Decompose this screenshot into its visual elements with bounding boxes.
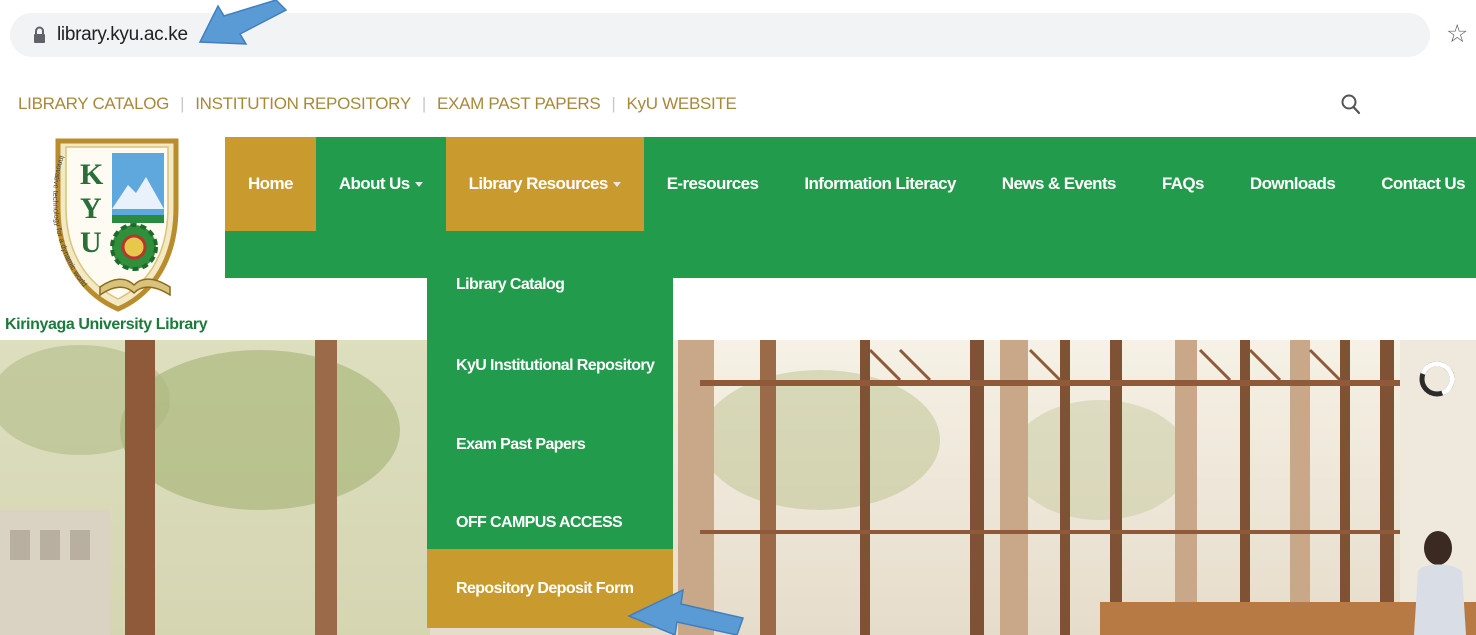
menu-item-label: News & Events <box>1001 174 1117 193</box>
menu-item-news-events[interactable]: News & Events <box>979 137 1139 231</box>
dropdown-item-exam-past-papers[interactable]: Exam Past Papers <box>427 405 673 484</box>
utility-link-kyu-website[interactable]: KyU WEBSITE <box>627 94 737 114</box>
menu-item-label: E-resources <box>666 174 759 193</box>
caret-down-icon <box>414 181 423 187</box>
svg-text:U: U <box>80 226 102 259</box>
utility-nav: LIBRARY CATALOG | INSTITUTION REPOSITORY… <box>18 92 737 116</box>
annotation-arrow-icon <box>198 0 288 45</box>
menu-item-label: Contact Us <box>1381 174 1465 193</box>
menu-item-label: Information Literacy <box>804 174 956 193</box>
menu-item-downloads[interactable]: Downloads <box>1227 137 1358 231</box>
menu-item-label: Downloads <box>1249 174 1336 193</box>
library-resources-dropdown: Library Catalog KyU Institutional Reposi… <box>427 231 673 628</box>
main-menu: Home About Us Library Resources E-resour… <box>225 137 1476 231</box>
slider-loader-icon <box>1419 361 1455 397</box>
menu-item-label: FAQs <box>1161 174 1205 193</box>
url-text[interactable]: library.kyu.ac.ke <box>57 24 188 46</box>
dropdown-item-label: OFF CAMPUS ACCESS <box>456 513 623 531</box>
menu-item-label: About Us <box>338 174 410 193</box>
menu-item-e-resources[interactable]: E-resources <box>644 137 782 231</box>
utility-link-exam-past-papers[interactable]: EXAM PAST PAPERS <box>437 94 601 114</box>
lock-icon[interactable] <box>33 26 46 44</box>
dropdown-item-label: KyU Institutional Repository <box>456 356 655 374</box>
menu-item-library-resources[interactable]: Library Resources <box>445 137 644 231</box>
separator: | <box>421 94 427 113</box>
svg-text:Y: Y <box>80 192 102 225</box>
svg-text:K: K <box>80 158 104 191</box>
dropdown-item-label: Exam Past Papers <box>456 435 586 453</box>
annotation-arrow-icon <box>627 588 744 635</box>
dropdown-item-library-catalog[interactable]: Library Catalog <box>427 244 673 326</box>
site-name[interactable]: Kirinyaga University Library <box>5 316 208 334</box>
menu-item-contact-us[interactable]: Contact Us <box>1358 137 1476 231</box>
menu-item-home[interactable]: Home <box>225 137 316 231</box>
separator: | <box>611 94 616 113</box>
search-icon[interactable] <box>1340 92 1362 116</box>
logo-letters: K Y U <box>80 158 104 259</box>
university-logo[interactable]: K Y U Innovative technology for a dynami… <box>18 137 223 337</box>
utility-link-library-catalog[interactable]: LIBRARY CATALOG <box>18 94 169 114</box>
menu-item-information-literacy[interactable]: Information Literacy <box>781 137 978 231</box>
dropdown-item-label: Repository Deposit Form <box>456 579 634 597</box>
menu-item-about-us[interactable]: About Us <box>316 137 446 231</box>
utility-link-institution-repository[interactable]: INSTITUTION REPOSITORY <box>195 94 411 114</box>
menu-item-label: Library Resources <box>468 174 609 193</box>
menu-item-label: Home <box>248 174 293 193</box>
star-icon[interactable]: ☆ <box>1446 22 1468 47</box>
caret-down-icon <box>612 181 621 187</box>
dropdown-item-kyu-institutional-repository[interactable]: KyU Institutional Repository <box>427 326 673 405</box>
dropdown-item-label: Library Catalog <box>456 276 565 293</box>
menu-item-faqs[interactable]: FAQs <box>1139 137 1227 231</box>
separator: | <box>180 94 185 113</box>
